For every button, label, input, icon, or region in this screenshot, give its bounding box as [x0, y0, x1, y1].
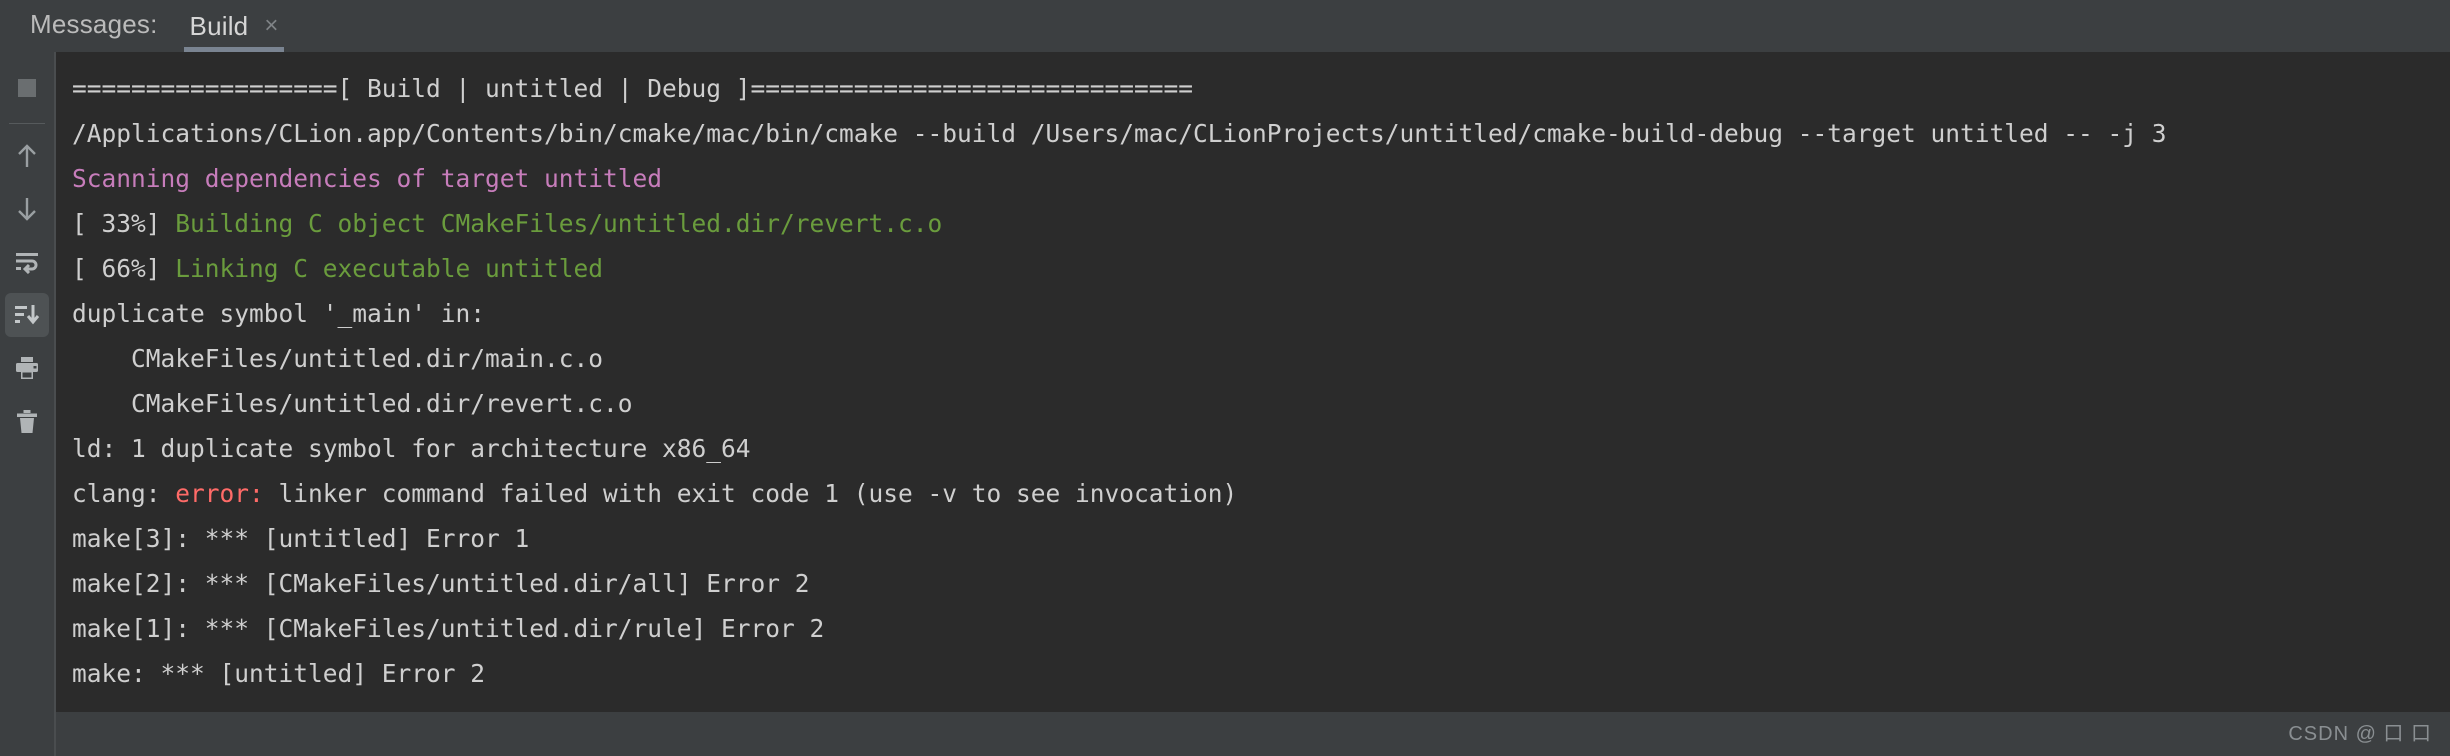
- line-make3-seg-0: make[3]: *** [untitled] Error 1: [72, 524, 530, 553]
- line-clang-error-seg-2: linker command failed with exit code 1 (…: [263, 479, 1238, 508]
- trash-icon: [15, 409, 39, 434]
- line-clang-error: clang: error: linker command failed with…: [56, 471, 2450, 516]
- console-toolbar: [0, 52, 54, 756]
- scroll-to-end-button[interactable]: [5, 293, 49, 337]
- line-build-66: [ 66%] Linking C executable untitled: [56, 246, 2450, 291]
- scroll-to-end-icon: [14, 303, 40, 327]
- line-make1: make[1]: *** [CMakeFiles/untitled.dir/ru…: [56, 606, 2450, 651]
- line-ld-error: ld: 1 duplicate symbol for architecture …: [56, 426, 2450, 471]
- down-button[interactable]: [5, 187, 49, 231]
- stop-button[interactable]: [5, 66, 49, 110]
- line-build-33: [ 33%] Building C object CMakeFiles/unti…: [56, 201, 2450, 246]
- line-duplicate-symbol: duplicate symbol '_main' in:: [56, 291, 2450, 336]
- tab-build-label: Build: [189, 11, 249, 41]
- line-ld-error-seg-0: ld: 1 duplicate symbol for architecture …: [72, 434, 751, 463]
- line-make2-seg-0: make[2]: *** [CMakeFiles/untitled.dir/al…: [72, 569, 810, 598]
- watermark-text: CSDN @ 口 口: [2288, 723, 2432, 745]
- build-output-console[interactable]: ==================[ Build | untitled | D…: [54, 52, 2450, 756]
- print-icon: [14, 356, 40, 380]
- line-build-33-seg-0: [ 33%]: [72, 209, 176, 238]
- close-icon[interactable]: ×: [264, 13, 278, 40]
- line-header-seg-0: ==================[ Build | untitled | D…: [72, 74, 1194, 103]
- arrow-down-icon: [15, 196, 39, 222]
- line-revert-obj-seg-0: CMakeFiles/untitled.dir/revert.c.o: [72, 389, 633, 418]
- line-revert-obj: CMakeFiles/untitled.dir/revert.c.o: [56, 381, 2450, 426]
- build-tool-window: ==================[ Build | untitled | D…: [0, 52, 2450, 756]
- line-scanning-seg-0: Scanning dependencies of target untitled: [72, 164, 663, 193]
- tab-build[interactable]: Build ×: [172, 11, 291, 52]
- line-build-66-seg-0: [ 66%]: [72, 254, 176, 283]
- line-clang-error-seg-0: clang:: [72, 479, 176, 508]
- clear-all-button[interactable]: [5, 399, 49, 443]
- line-clang-error-seg-1: error:: [175, 479, 264, 508]
- toolbar-divider: [9, 123, 45, 124]
- messages-group-label: Messages:: [30, 9, 158, 39]
- arrow-up-icon: [15, 143, 39, 169]
- line-build-66-seg-1: Linking C executable untitled: [175, 254, 604, 283]
- line-duplicate-symbol-seg-0: duplicate symbol '_main' in:: [72, 299, 486, 328]
- console-lines: ==================[ Build | untitled | D…: [56, 52, 2450, 696]
- soft-wrap-button[interactable]: [5, 240, 49, 284]
- line-header: ==================[ Build | untitled | D…: [56, 66, 2450, 111]
- up-button[interactable]: [5, 134, 49, 178]
- stop-icon: [16, 77, 38, 99]
- line-make2: make[2]: *** [CMakeFiles/untitled.dir/al…: [56, 561, 2450, 606]
- line-cmake-command-seg-0: /Applications/CLion.app/Contents/bin/cma…: [72, 119, 2167, 148]
- line-make-seg-0: make: *** [untitled] Error 2: [72, 659, 486, 688]
- soft-wrap-icon: [14, 250, 40, 274]
- line-cmake-command: /Applications/CLion.app/Contents/bin/cma…: [56, 111, 2450, 156]
- print-button[interactable]: [5, 346, 49, 390]
- line-scanning: Scanning dependencies of target untitled: [56, 156, 2450, 201]
- line-make: make: *** [untitled] Error 2: [56, 651, 2450, 696]
- line-main-obj: CMakeFiles/untitled.dir/main.c.o: [56, 336, 2450, 381]
- line-main-obj-seg-0: CMakeFiles/untitled.dir/main.c.o: [72, 344, 604, 373]
- line-build-33-seg-1: Building C object CMakeFiles/untitled.di…: [175, 209, 943, 238]
- messages-tab-bar: Messages: Build ×: [0, 0, 2450, 52]
- console-bottom-strip: [56, 712, 2450, 756]
- line-make1-seg-0: make[1]: *** [CMakeFiles/untitled.dir/ru…: [72, 614, 825, 643]
- line-make3: make[3]: *** [untitled] Error 1: [56, 516, 2450, 561]
